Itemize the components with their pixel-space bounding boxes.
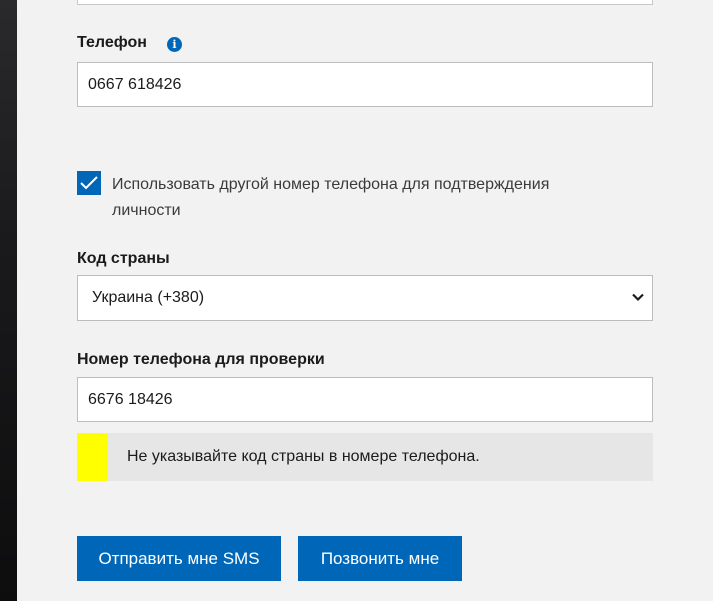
verify-phone-input[interactable]: 6676 18426	[77, 377, 653, 422]
alt-number-checkbox[interactable]	[77, 171, 101, 195]
previous-input-field[interactable]	[77, 0, 653, 5]
country-code-warning: Не указывайте код страны в номере телефо…	[77, 433, 653, 481]
country-code-selected: Украина (+380)	[92, 289, 205, 306]
send-sms-button[interactable]: Отправить мне SMS	[77, 536, 281, 581]
checkmark-icon	[80, 176, 98, 190]
phone-input-value: 0667 618426	[88, 76, 182, 93]
phone-input[interactable]: 0667 618426	[77, 62, 653, 107]
warning-text: Не указывайте код страны в номере телефо…	[127, 448, 480, 465]
verify-phone-input-value: 6676 18426	[88, 391, 173, 408]
phone-label: Телефон	[77, 34, 147, 51]
call-me-button[interactable]: Позвонить мне	[298, 536, 462, 581]
window-edge	[0, 0, 17, 601]
chevron-down-icon	[632, 293, 644, 302]
warning-accent-bar	[77, 433, 108, 481]
info-icon[interactable]: i	[167, 37, 182, 52]
country-code-select[interactable]: Украина (+380)	[77, 275, 653, 321]
verify-phone-label: Номер телефона для проверки	[77, 351, 325, 368]
country-code-label: Код страны	[77, 250, 170, 267]
alt-number-label[interactable]: Использовать другой номер телефона для п…	[112, 172, 612, 224]
